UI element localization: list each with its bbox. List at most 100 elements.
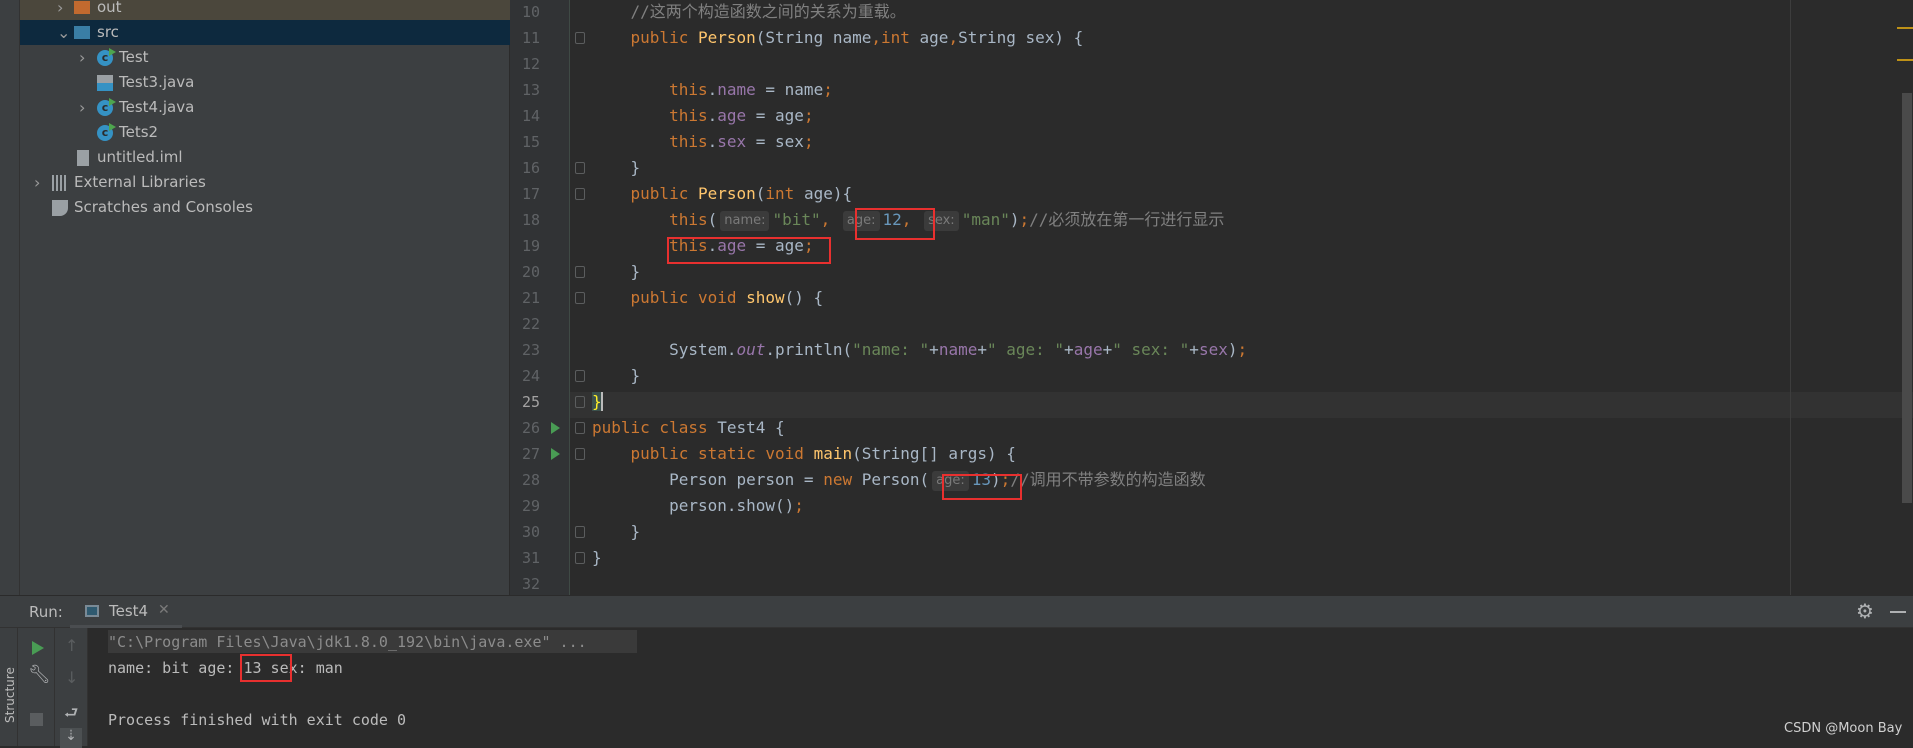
code-line[interactable]: } xyxy=(592,519,641,545)
fold-marker-icon[interactable] xyxy=(575,292,585,304)
line-number: 24 xyxy=(521,367,540,385)
structure-tool-tab[interactable]: Structure xyxy=(3,667,17,723)
code-line[interactable]: this.age = age; xyxy=(592,103,814,129)
fold-marker-icon[interactable] xyxy=(575,448,585,460)
code-line[interactable]: } xyxy=(592,259,641,285)
code-line[interactable]: } xyxy=(592,155,641,181)
warning-marker[interactable] xyxy=(1897,59,1913,61)
code-token: = age xyxy=(746,106,804,125)
fold-marker-icon[interactable] xyxy=(575,188,585,200)
scroll-to-end-icon[interactable]: ⇣ xyxy=(60,728,82,748)
code-token: new xyxy=(823,470,862,489)
code-line[interactable]: Person person = new Person(age: 13);//调用不… xyxy=(592,467,1206,493)
code-line[interactable]: public Person(int age){ xyxy=(592,181,853,207)
watermark: CSDN @Moon Bay xyxy=(1784,721,1903,736)
console-tab-icon xyxy=(85,605,99,617)
rerun-icon[interactable] xyxy=(32,641,44,655)
code-token: //必须放在第一行进行显示 xyxy=(1029,210,1225,229)
code-token: + xyxy=(1102,340,1113,359)
run-gutter-icon[interactable] xyxy=(551,448,560,460)
fold-marker-icon[interactable] xyxy=(575,526,585,538)
code-line[interactable]: this.name = name; xyxy=(592,77,833,103)
line-number: 20 xyxy=(521,263,540,281)
annotation-box-age-13 xyxy=(942,474,1022,500)
code-line[interactable]: public static void main(String[] args) { xyxy=(592,441,1016,467)
code-token: Person person = xyxy=(592,470,824,489)
code-line[interactable]: public void show() { xyxy=(592,285,824,311)
line-number: 16 xyxy=(521,159,540,177)
editor-scrollbar[interactable] xyxy=(1902,93,1912,503)
arrow-up-icon[interactable]: ↑ xyxy=(65,636,78,655)
fold-marker-icon[interactable] xyxy=(575,422,585,434)
code-token: } xyxy=(592,158,641,177)
minimize-icon[interactable] xyxy=(1890,611,1906,613)
fold-marker-icon[interactable] xyxy=(575,32,585,44)
code-line[interactable]: public class Test4 { xyxy=(592,415,785,441)
code-token: "man" xyxy=(961,210,1010,229)
java-file-icon xyxy=(97,75,113,91)
tree-item[interactable]: Scratches and Consoles xyxy=(20,195,510,220)
code-line[interactable]: } xyxy=(592,363,641,389)
tree-item-label: out xyxy=(97,0,122,16)
project-tree[interactable]: › out ⌄ src › c Test Test3.java › c Test4.java c Tet… xyxy=(20,0,510,595)
code-token: ; xyxy=(823,80,833,99)
chevron-right-icon[interactable]: › xyxy=(79,95,85,120)
tree-item[interactable]: › External Libraries xyxy=(20,170,510,195)
code-line[interactable]: } xyxy=(592,545,602,571)
code-token: this xyxy=(669,80,708,99)
code-token: " age: " xyxy=(986,340,1065,359)
stop-icon[interactable] xyxy=(30,713,43,726)
left-tool-stripe xyxy=(0,0,20,595)
code-line[interactable]: person.show(); xyxy=(592,493,804,519)
fold-marker-icon[interactable] xyxy=(575,162,585,174)
code-token: public xyxy=(630,184,698,203)
run-actions-column: 🔧︎ xyxy=(18,628,55,746)
code-line[interactable]: //这两个构造函数之间的关系为重载。 xyxy=(592,0,906,25)
code-token: sex xyxy=(717,132,747,151)
run-gutter-icon[interactable] xyxy=(551,422,560,434)
warning-marker[interactable] xyxy=(1897,27,1913,29)
fold-marker-icon[interactable] xyxy=(575,552,585,564)
code-token: ( xyxy=(755,184,766,203)
chevron-right-icon[interactable]: › xyxy=(57,0,63,20)
gear-icon[interactable]: ⚙ xyxy=(1856,599,1874,623)
tab-test4[interactable]: Test4 ✕ xyxy=(70,596,182,628)
line-number: 21 xyxy=(521,289,540,307)
code-line[interactable]: System.out.println("name: "+name+" age: … xyxy=(592,337,1247,363)
soft-wrap-icon[interactable]: ⮐ xyxy=(64,702,78,729)
tree-item[interactable]: ⌄ src xyxy=(20,20,510,45)
chevron-right-icon[interactable]: › xyxy=(79,45,85,70)
code-token: age xyxy=(717,106,747,125)
code-line[interactable]: public Person(String name,int age,String… xyxy=(592,25,1084,51)
code-line[interactable]: } xyxy=(592,389,603,415)
arrow-down-icon[interactable]: ↓ xyxy=(65,668,78,687)
tree-item-label: External Libraries xyxy=(74,173,206,191)
wrench-icon[interactable]: 🔧︎ xyxy=(28,664,51,685)
line-number: 18 xyxy=(521,211,540,229)
fold-marker-icon[interactable] xyxy=(575,396,585,408)
tree-item[interactable]: › out xyxy=(20,0,510,20)
chevron-right-icon[interactable]: › xyxy=(34,170,40,195)
line-number: 32 xyxy=(521,575,540,593)
fold-marker-icon[interactable] xyxy=(575,266,585,278)
tree-item[interactable]: › c Test xyxy=(20,45,510,70)
tree-item[interactable]: › c Test4.java xyxy=(20,95,510,120)
tree-item-label: Test3.java xyxy=(119,73,195,91)
code-token: System. xyxy=(592,340,737,359)
tree-item[interactable]: Test3.java xyxy=(20,70,510,95)
code-token: out xyxy=(736,340,766,359)
code-token: , xyxy=(820,210,840,229)
tree-item[interactable]: untitled.iml xyxy=(20,145,510,170)
tree-item[interactable]: c Tets2 xyxy=(20,120,510,145)
close-icon[interactable]: ✕ xyxy=(158,602,170,618)
fold-marker-icon[interactable] xyxy=(575,370,585,382)
code-line[interactable]: this.sex = sex; xyxy=(592,129,814,155)
console-line-command: "C:\Program Files\Java\jdk1.8.0_192\bin\… xyxy=(108,633,587,651)
chevron-down-icon[interactable]: ⌄ xyxy=(57,20,70,45)
